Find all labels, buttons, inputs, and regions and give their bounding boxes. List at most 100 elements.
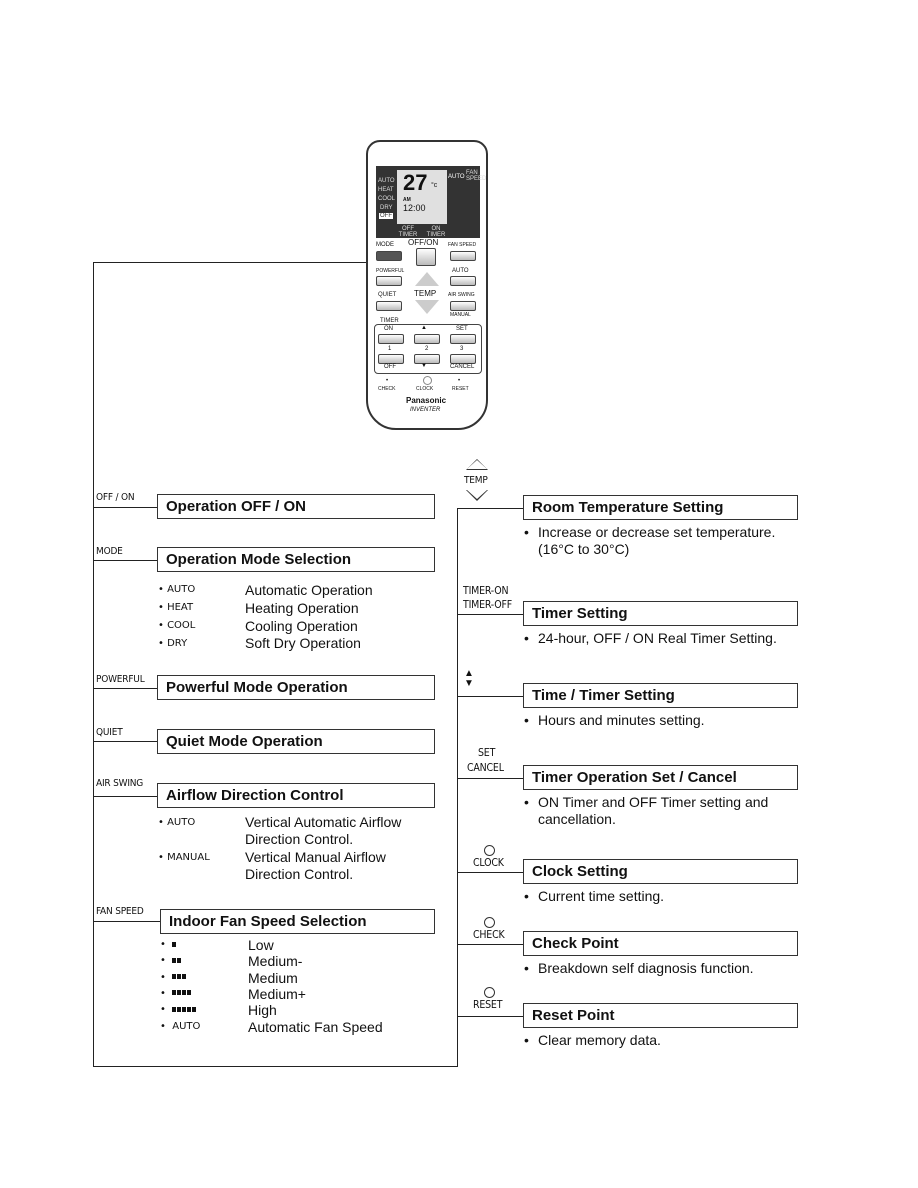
swing-auto-button[interactable] xyxy=(450,276,476,286)
desc-text: 24-hour, OFF / ON Real Timer Setting. xyxy=(538,630,777,646)
section-desc: • Clear memory data. xyxy=(524,1032,799,1049)
lcd-unit: °c xyxy=(431,182,438,189)
item-desc: Soft Dry Operation xyxy=(245,635,361,651)
mode-heat: HEAT xyxy=(378,187,394,193)
brand-logo: Panasonic xyxy=(406,396,447,405)
connector xyxy=(457,778,523,779)
mode-button[interactable] xyxy=(376,251,402,261)
section-desc: • Breakdown self diagnosis function. xyxy=(524,960,799,977)
section-title-offon: Operation OFF / ON xyxy=(157,494,435,519)
model-label: INVENTER xyxy=(410,407,441,413)
up-down-arrow-icon: ▲ ▼ xyxy=(464,668,474,689)
item-desc: Heating Operation xyxy=(245,600,359,616)
cancel-button[interactable] xyxy=(450,354,476,364)
fan-speed-button[interactable] xyxy=(450,251,476,261)
lcd-screen: 27 °c AM 12:00 xyxy=(397,170,447,224)
frame-line xyxy=(93,262,366,263)
quiet-button[interactable] xyxy=(376,301,402,311)
desc-text: Clear memory data. xyxy=(538,1032,661,1048)
reset-circle-icon xyxy=(484,987,495,998)
item-code: HEAT xyxy=(167,602,194,613)
section-desc: • Current time setting. xyxy=(524,888,799,905)
clock-circle-icon xyxy=(484,845,495,856)
timer-on-label: ON xyxy=(384,326,393,332)
offon-tag: OFF / ON xyxy=(96,492,135,503)
clock-label: CLOCK xyxy=(416,386,434,392)
up-arrow-icon: ▲ xyxy=(421,325,427,331)
item-desc: Cooling Operation xyxy=(245,618,358,634)
label-2: 2 xyxy=(425,346,429,352)
connector xyxy=(93,741,157,742)
off-timer-label: OFF TIMER xyxy=(398,226,418,238)
down-button[interactable] xyxy=(414,354,440,364)
lcd-temp: 27 xyxy=(403,170,428,195)
display-panel: AUTO HEAT COOL DRY OFF 27 °c AM 12:00 AU… xyxy=(376,166,486,238)
item-desc: Automatic Fan Speed xyxy=(248,1018,383,1035)
desc-text: Hours and minutes setting. xyxy=(538,712,705,728)
offon-button[interactable] xyxy=(416,248,436,266)
timer-on-tag: TIMER-ON xyxy=(463,585,509,597)
mode-dry: DRY xyxy=(380,205,393,211)
frame-line xyxy=(93,1066,458,1067)
air-swing-tag: AIR SWING xyxy=(96,778,144,789)
connector xyxy=(93,921,160,922)
quiet-label: QUIET xyxy=(378,292,397,298)
air-swing-label: AIR SWING xyxy=(448,292,475,298)
connector xyxy=(457,696,523,697)
section-title-powerful: Powerful Mode Operation xyxy=(157,675,435,700)
section-title-right: Timer Setting xyxy=(523,601,798,626)
mode-off: OFF xyxy=(379,213,393,219)
timer-off-tag: TIMER-OFF xyxy=(463,599,513,611)
air-swing-button[interactable] xyxy=(450,301,476,311)
fan-item: • xyxy=(160,955,182,966)
temp-up-icon xyxy=(466,459,488,470)
connector xyxy=(93,688,157,689)
section-desc: • Hours and minutes setting. xyxy=(524,712,799,729)
mode-cool: COOL xyxy=(378,196,396,202)
manual-page: AUTO HEAT COOL DRY OFF 27 °c AM 12:00 AU… xyxy=(0,0,918,1188)
temp-label: TEMP xyxy=(414,289,437,298)
item-desc: Automatic Operation xyxy=(245,582,373,598)
fan-item: • AUTO xyxy=(160,1020,201,1032)
clock-button[interactable] xyxy=(423,376,432,385)
connector xyxy=(457,614,523,615)
check-tag: CHECK xyxy=(473,929,505,941)
section-title-right: Time / Timer Setting xyxy=(523,683,798,708)
fan-bars-icon xyxy=(172,1006,197,1012)
timer-off-button[interactable] xyxy=(378,354,404,364)
up-button[interactable] xyxy=(414,334,440,344)
fan-item: • xyxy=(160,972,187,983)
timer-on-button[interactable] xyxy=(378,334,404,344)
section-title-quiet: Quiet Mode Operation xyxy=(157,729,435,754)
fan-speed-button-label: FAN SPEED xyxy=(448,242,477,248)
check-point-icon[interactable]: • xyxy=(386,378,388,384)
section-desc: • ON Timer and OFF Timer setting and canc… xyxy=(524,794,799,828)
connector xyxy=(93,796,157,797)
set-button[interactable] xyxy=(450,334,476,344)
powerful-button[interactable] xyxy=(376,276,402,286)
clock-tag: CLOCK xyxy=(473,857,504,869)
frame-line xyxy=(93,262,94,1067)
timer-label: TIMER xyxy=(380,318,399,324)
fan-item: • xyxy=(160,1004,197,1015)
set-label: SET xyxy=(456,326,468,332)
reset-point-icon[interactable]: • xyxy=(458,378,460,384)
desc-text: Increase or decrease set temperature. (1… xyxy=(538,524,776,557)
section-desc: • 24-hour, OFF / ON Real Timer Setting. xyxy=(524,630,799,647)
reset-label: RESET xyxy=(452,386,469,392)
temp-down-button[interactable] xyxy=(415,300,439,314)
quiet-tag: QUIET xyxy=(96,727,123,738)
mode-label: MODE xyxy=(376,242,394,248)
down-arrow-icon: ▼ xyxy=(421,363,427,369)
section-title-right: Room Temperature Setting xyxy=(523,495,798,520)
section-title-fan-speed: Indoor Fan Speed Selection xyxy=(160,909,435,934)
item-code: AUTO xyxy=(172,1020,201,1032)
cancel-tag: CANCEL xyxy=(467,762,504,774)
item-code: MANUAL xyxy=(167,852,210,863)
temp-up-button[interactable] xyxy=(415,272,439,286)
set-tag: SET xyxy=(478,747,496,759)
desc-text: Breakdown self diagnosis function. xyxy=(538,960,754,976)
item-code: DRY xyxy=(167,638,188,649)
powerful-tag: POWERFUL xyxy=(96,674,145,685)
fan-item: • xyxy=(160,939,177,950)
